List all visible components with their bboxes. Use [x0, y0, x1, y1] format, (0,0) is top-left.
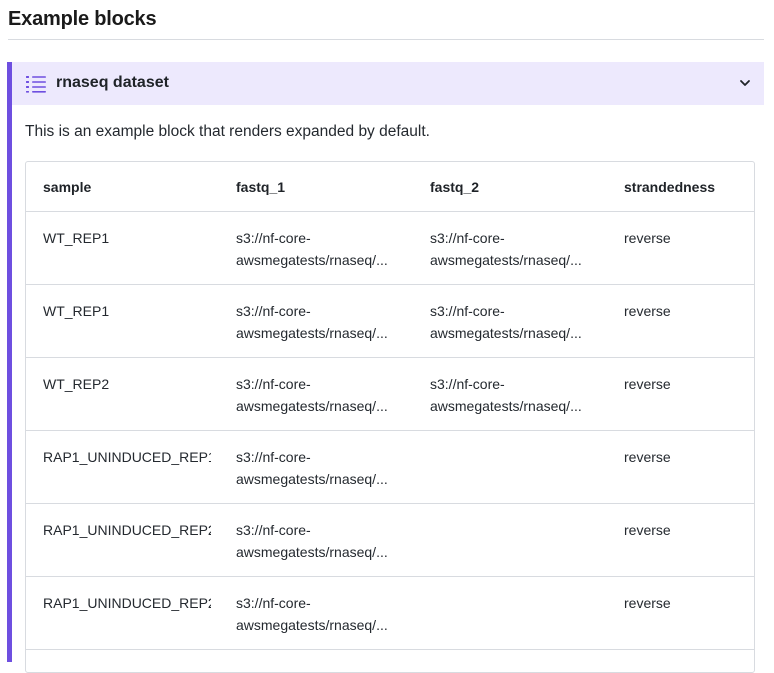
cell-sample: RAP1_UNINDUCED_REP1	[26, 430, 219, 504]
block-title: rnaseq dataset	[56, 74, 169, 91]
cell-strandedness: reverse	[607, 284, 754, 358]
list-icon	[26, 76, 46, 93]
table-row: WT_REP2 s3://nf-core-awsmegatests/rnaseq…	[26, 357, 754, 431]
cell-fastq-1: s3://nf-core-awsmegatests/rnaseq/...	[219, 503, 413, 577]
cell-sample: WT_REP1	[26, 211, 219, 285]
table-row: WT_REP1 s3://nf-core-awsmegatests/rnaseq…	[26, 284, 754, 358]
cell-fastq-1: s3://nf-core-awsmegatests/rnaseq/...	[219, 576, 413, 650]
cell-fastq-1: s3://nf-core-awsmegatests/rnaseq/...	[219, 430, 413, 504]
table-row: WT_REP1 s3://nf-core-awsmegatests/rnaseq…	[26, 211, 754, 285]
column-header-strandedness: strandedness	[607, 162, 754, 212]
cell-strandedness: reverse	[607, 430, 754, 504]
cell-fastq-1: s3://nf-core-awsmegatests/rnaseq/...	[219, 357, 413, 431]
cell-sample: RAP1_UNINDUCED_REP2	[26, 503, 219, 577]
cell-fastq-2: s3://nf-core-awsmegatests/rnaseq/...	[413, 211, 607, 285]
cell-fastq-2	[413, 430, 607, 504]
column-header-fastq-1: fastq_1	[219, 162, 413, 212]
table-row: RAP1_UNINDUCED_REP2 s3://nf-core-awsmega…	[26, 576, 754, 650]
cell-strandedness: reverse	[607, 503, 754, 577]
table-row: RAP1_UNINDUCED_REP1 s3://nf-core-awsmega…	[26, 430, 754, 504]
cell-fastq-2	[413, 503, 607, 577]
column-header-sample: sample	[26, 162, 219, 212]
cell-fastq-2: s3://nf-core-awsmegatests/rnaseq/...	[413, 284, 607, 358]
chevron-down-icon[interactable]	[738, 76, 752, 90]
cell-fastq-1: s3://nf-core-awsmegatests/rnaseq/...	[219, 211, 413, 285]
table-row: RAP1_UNINDUCED_REP2 s3://nf-core-awsmega…	[26, 503, 754, 577]
cell-strandedness: reverse	[607, 357, 754, 431]
title-divider	[8, 39, 764, 40]
cell-strandedness: reverse	[607, 576, 754, 650]
table-header-row: sample fastq_1 fastq_2 strandedness	[26, 162, 754, 212]
dataset-table: sample fastq_1 fastq_2 strandedness WT_R…	[25, 161, 755, 673]
cell-sample: WT_REP1	[26, 284, 219, 358]
cell-sample: RAP1_UNINDUCED_REP2	[26, 576, 219, 650]
cell-strandedness: reverse	[607, 211, 754, 285]
cell-fastq-1: s3://nf-core-awsmegatests/rnaseq/...	[219, 284, 413, 358]
example-block: rnaseq dataset This is an example block …	[7, 62, 764, 673]
block-header-toggle[interactable]: rnaseq dataset	[12, 62, 764, 105]
column-header-fastq-2: fastq_2	[413, 162, 607, 212]
cell-fastq-2	[413, 576, 607, 650]
block-description: This is an example block that renders ex…	[25, 123, 430, 140]
cell-sample: WT_REP2	[26, 357, 219, 431]
page-title: Example blocks	[8, 8, 157, 30]
cell-fastq-2: s3://nf-core-awsmegatests/rnaseq/...	[413, 357, 607, 431]
